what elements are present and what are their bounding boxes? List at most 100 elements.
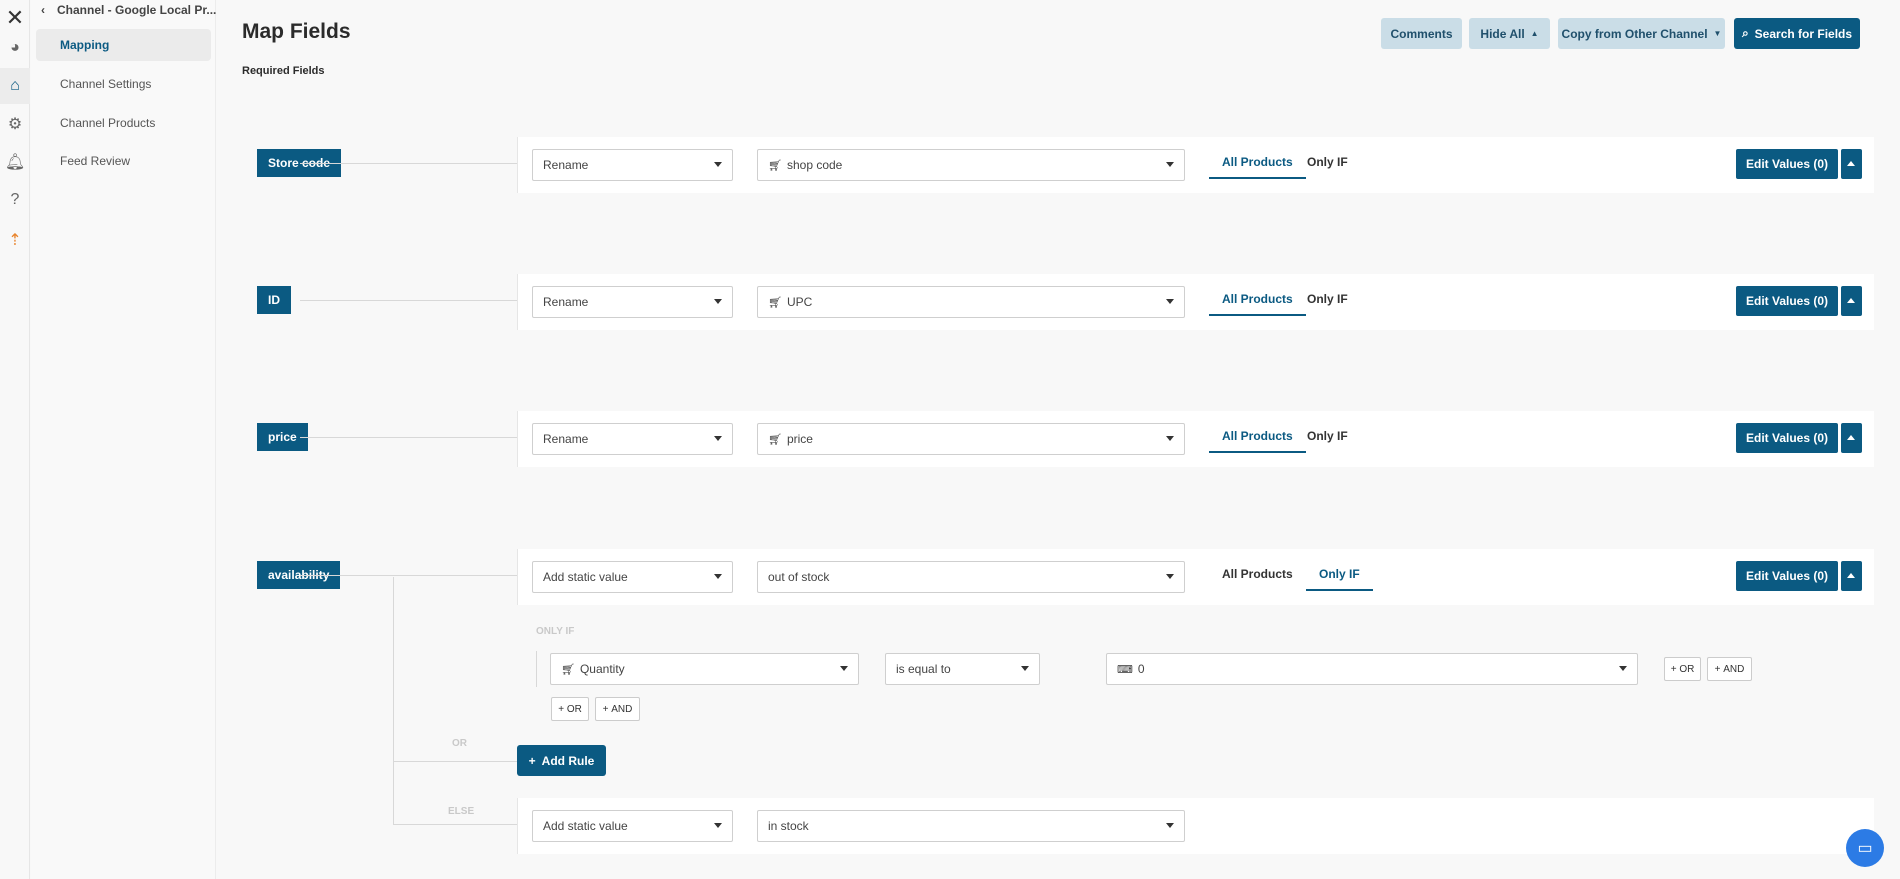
add-rule-button[interactable]: + Add Rule xyxy=(517,745,606,776)
or-label: OR xyxy=(566,703,582,715)
and-label: AND xyxy=(611,703,633,715)
value-select[interactable]: 🛒︎ shop code xyxy=(757,149,1185,181)
chat-icon[interactable]: ▭ xyxy=(1846,829,1884,867)
tab-only-if[interactable]: Only IF xyxy=(1294,292,1361,314)
action-select[interactable]: Add static value xyxy=(532,561,733,593)
gear-icon[interactable]: ⚙ xyxy=(0,106,30,142)
tab-all-products[interactable]: All Products xyxy=(1209,429,1306,453)
condition-operator-value: is equal to xyxy=(896,662,951,676)
field-rule-panel: Rename 🛒︎ shop code All Products Only IF … xyxy=(517,137,1874,193)
value-text: out of stock xyxy=(768,570,830,584)
tab-only-if[interactable]: Only IF xyxy=(1306,567,1373,591)
action-select[interactable]: Rename xyxy=(532,149,733,181)
and-label: AND xyxy=(1723,663,1745,675)
condition-line xyxy=(536,651,537,687)
collapse-button[interactable] xyxy=(1841,286,1862,316)
tree-line xyxy=(393,761,517,762)
value-select[interactable]: out of stock xyxy=(757,561,1185,593)
icon-rail: ✕ ◕ ⌂ ⚙ 🔔︎ ? ⇡ xyxy=(0,0,30,879)
tab-all-products[interactable]: All Products xyxy=(1209,567,1306,589)
copy-from-channel-button[interactable]: Copy from Other Channel ▼ xyxy=(1558,18,1725,49)
caret-down-icon xyxy=(1166,823,1174,828)
edit-values-button[interactable]: Edit Values (0) xyxy=(1736,561,1838,591)
value-select[interactable]: 🛒︎ price xyxy=(757,423,1185,455)
collapse-button[interactable] xyxy=(1841,423,1862,453)
add-and-condition-button[interactable]: + AND xyxy=(1707,657,1752,681)
sidebar: ‹ Channel - Google Local Pr... Mapping Ch… xyxy=(31,0,216,879)
caret-up-icon: ▲ xyxy=(1530,29,1539,38)
hide-all-button[interactable]: Hide All ▲ xyxy=(1469,18,1550,49)
add-or-group-button[interactable]: + OR xyxy=(551,697,589,721)
caret-down-icon xyxy=(714,823,722,828)
bell-icon[interactable]: 🔔︎ xyxy=(0,144,30,180)
tab-only-if[interactable]: Only IF xyxy=(1294,155,1361,177)
tab-only-if[interactable]: Only IF xyxy=(1294,429,1361,451)
add-or-condition-button[interactable]: + OR xyxy=(1664,657,1701,681)
collapse-button[interactable] xyxy=(1841,561,1862,591)
value-select[interactable]: 🛒︎ UPC xyxy=(757,286,1185,318)
upload-icon[interactable]: ⇡ xyxy=(0,222,30,258)
only-if-heading: ONLY IF xyxy=(536,626,575,637)
edit-values-button[interactable]: Edit Values (0) xyxy=(1736,286,1838,316)
caret-down-icon xyxy=(1166,299,1174,304)
action-value: Add static value xyxy=(543,570,628,584)
connector-line xyxy=(300,437,517,438)
hide-all-label: Hide All xyxy=(1480,26,1525,41)
edit-values-button[interactable]: Edit Values (0) xyxy=(1736,149,1838,179)
tree-line xyxy=(393,577,394,825)
sidebar-item-mapping[interactable]: Mapping xyxy=(36,29,211,61)
connector-line xyxy=(300,300,517,301)
field-label: ID xyxy=(257,286,291,314)
action-value: Rename xyxy=(543,295,589,309)
sidebar-header[interactable]: ‹ Channel - Google Local Pr... xyxy=(41,3,216,17)
sidebar-item-channel-settings[interactable]: Channel Settings xyxy=(36,68,211,100)
caret-down-icon xyxy=(1166,574,1174,579)
caret-down-icon xyxy=(714,436,722,441)
store-icon[interactable]: ⌂ xyxy=(0,68,30,104)
action-select[interactable]: Rename xyxy=(532,423,733,455)
condition-field-select[interactable]: 🛒︎ Quantity xyxy=(550,653,859,685)
else-value: in stock xyxy=(768,819,809,833)
value-text: price xyxy=(786,432,813,446)
action-value: Rename xyxy=(543,432,589,446)
cart-icon: 🛒︎ xyxy=(768,433,782,446)
page-title: Map Fields xyxy=(242,20,351,43)
condition-value-select[interactable]: ⌨ 0 xyxy=(1106,653,1638,685)
back-icon[interactable]: ‹ xyxy=(41,3,45,17)
else-action-value: Add static value xyxy=(543,819,628,833)
caret-down-icon xyxy=(714,574,722,579)
keyboard-icon: ⌨ xyxy=(1117,663,1133,676)
plus-icon: + xyxy=(528,753,536,768)
sidebar-item-feed-review[interactable]: Feed Review xyxy=(36,145,211,177)
caret-down-icon xyxy=(714,299,722,304)
search-fields-button[interactable]: ⌕ Search for Fields xyxy=(1734,18,1860,49)
field-rule-panel: Add static value out of stock All Produc… xyxy=(517,549,1874,605)
value-text: UPC xyxy=(786,295,813,309)
action-select[interactable]: Rename xyxy=(532,286,733,318)
else-action-select[interactable]: Add static value xyxy=(532,810,733,842)
comments-button[interactable]: Comments xyxy=(1381,18,1462,49)
else-label: ELSE xyxy=(448,806,475,817)
edit-values-button[interactable]: Edit Values (0) xyxy=(1736,423,1838,453)
value-text: shop code xyxy=(786,158,843,172)
caret-down-icon xyxy=(714,162,722,167)
copy-label: Copy from Other Channel xyxy=(1561,26,1708,41)
else-value-select[interactable]: in stock xyxy=(757,810,1185,842)
add-and-group-button[interactable]: + AND xyxy=(595,697,640,721)
caret-down-icon xyxy=(1021,666,1029,671)
add-rule-label: Add Rule xyxy=(541,753,595,768)
search-label: Search for Fields xyxy=(1754,26,1853,41)
cart-icon: 🛒︎ xyxy=(768,159,782,172)
tab-all-products[interactable]: All Products xyxy=(1209,292,1306,316)
sidebar-item-channel-products[interactable]: Channel Products xyxy=(36,107,211,139)
help-icon[interactable]: ? xyxy=(0,182,30,218)
field-rule-panel: Rename 🛒︎ price All Products Only IF Edit… xyxy=(517,411,1874,467)
dashboard-icon[interactable]: ◕ xyxy=(0,30,30,66)
connector-line xyxy=(300,575,517,576)
collapse-button[interactable] xyxy=(1841,149,1862,179)
cart-icon: 🛒︎ xyxy=(768,296,782,309)
condition-operator-select[interactable]: is equal to xyxy=(885,653,1040,685)
else-rule-panel: Add static value in stock xyxy=(517,798,1874,854)
tab-all-products[interactable]: All Products xyxy=(1209,155,1306,179)
condition-value: 0 xyxy=(1137,662,1145,676)
